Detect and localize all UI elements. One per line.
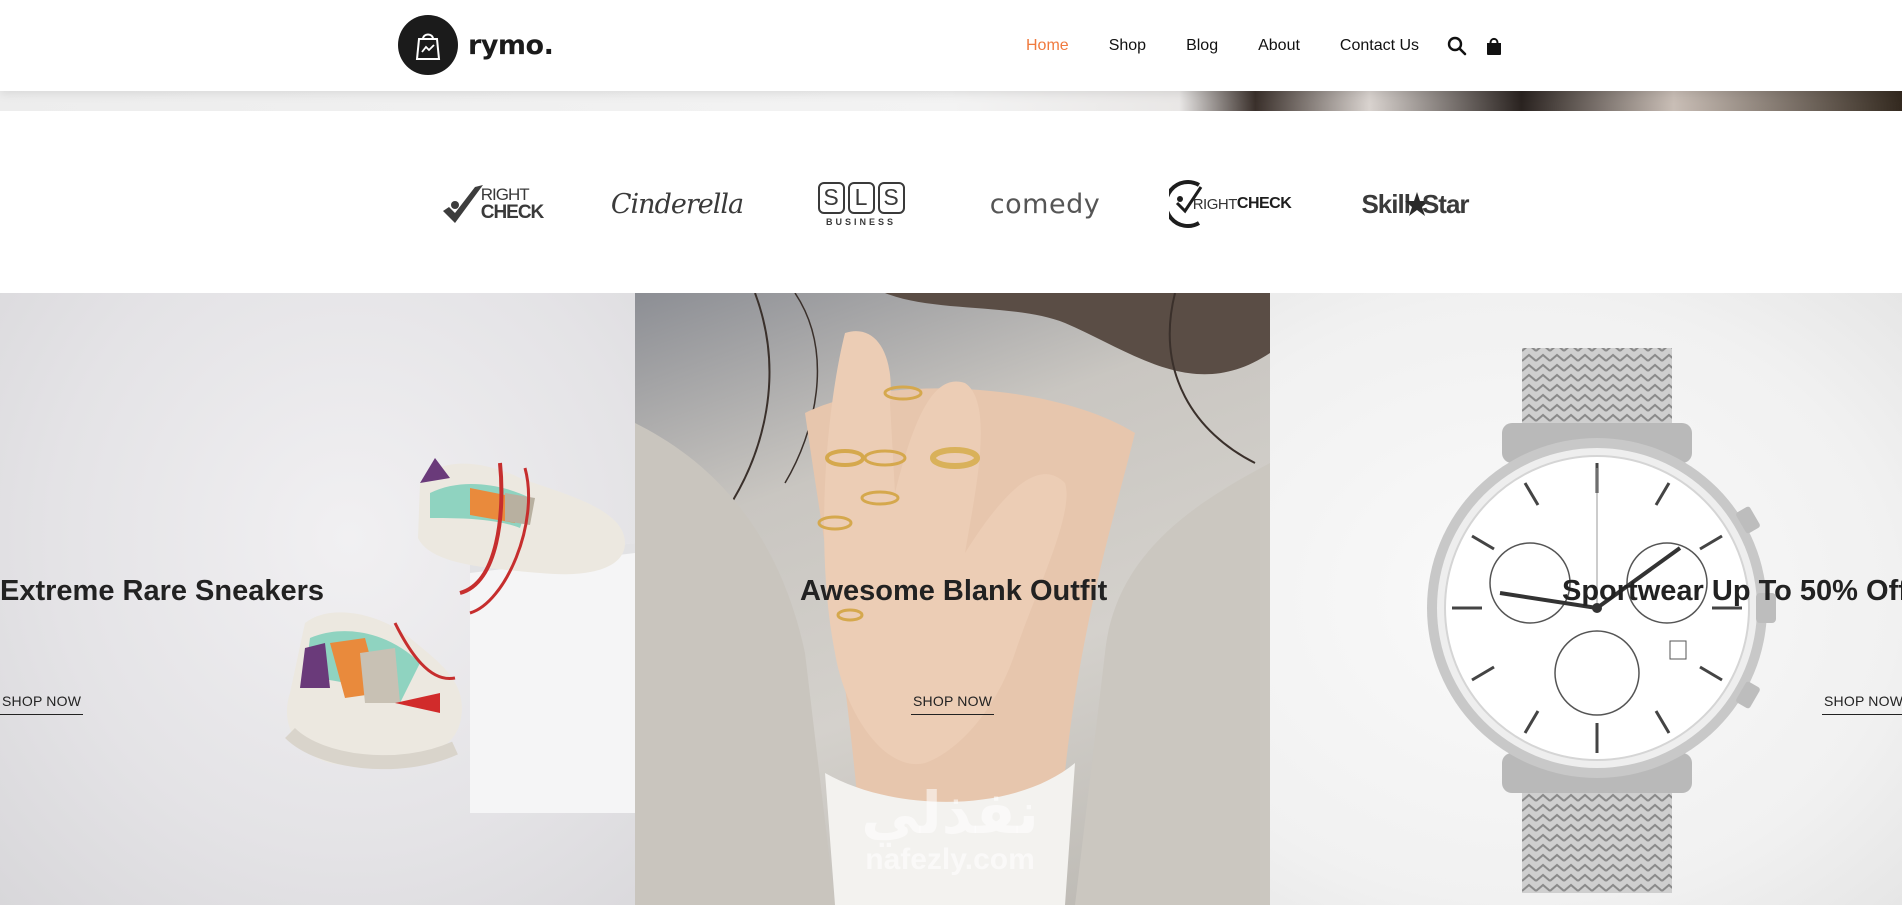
- shop-now-link[interactable]: SHOP NOW: [911, 693, 995, 715]
- brand-text-part1: Skill: [1361, 188, 1410, 219]
- nav-shop[interactable]: Shop: [1109, 37, 1146, 55]
- nav-about[interactable]: About: [1258, 37, 1300, 55]
- watermark-arabic: نفذلي: [861, 779, 1039, 847]
- main-nav: Home Shop Blog About Contact Us: [1026, 34, 1505, 58]
- brand-text: comedy: [989, 188, 1101, 220]
- site-logo[interactable]: rymo.: [398, 15, 554, 75]
- watermark: نفذلي nafezly.com: [830, 783, 1070, 877]
- logo-text: rymo.: [468, 29, 554, 61]
- brand-text-part2: Star: [1421, 188, 1470, 219]
- banner-outfit[interactable]: Awesome Blank Outfit SHOP NOW نفذلي nafe…: [635, 293, 1270, 905]
- brand-text-part2: CHECK: [1236, 195, 1292, 212]
- brand-logo-sls-business[interactable]: S L S BUSINESS: [786, 169, 936, 239]
- brand-text-line2: CHECK: [480, 202, 545, 223]
- brand-logo-right-check[interactable]: RIGHT CHECK: [417, 169, 567, 239]
- watermark-latin: nafezly.com: [865, 843, 1035, 876]
- brand-text: Cinderella: [610, 188, 744, 220]
- shopping-bag-logo-icon: [398, 15, 458, 75]
- brand-letter-box: S: [877, 181, 905, 214]
- brand-logo-rightcheck[interactable]: RIGHT CHECK: [1155, 169, 1305, 239]
- search-icon[interactable]: [1446, 35, 1468, 57]
- banner-sportwear[interactable]: Sportwear Up To 50% Off SHOP NOW: [1270, 293, 1902, 905]
- nav-contact-us[interactable]: Contact Us: [1340, 37, 1419, 55]
- shopping-bag-icon[interactable]: [1483, 35, 1505, 57]
- brand-subtext: BUSINESS: [825, 216, 896, 227]
- nav-blog[interactable]: Blog: [1186, 37, 1218, 55]
- brand-logo-skillstar[interactable]: Skill Star: [1340, 169, 1490, 239]
- nav-home[interactable]: Home: [1026, 37, 1069, 55]
- banner-title: Sportwear Up To 50% Off: [1562, 575, 1902, 607]
- shop-now-link[interactable]: SHOP NOW: [1822, 693, 1902, 715]
- checkmark-icon: [442, 185, 483, 223]
- brand-text-part1: RIGHT: [1192, 195, 1238, 213]
- brand-logo-comedy[interactable]: comedy: [970, 169, 1120, 239]
- banner-title: Extreme Rare Sneakers: [0, 575, 325, 607]
- brand-letter-box: L: [847, 181, 875, 214]
- banner-title: Awesome Blank Outfit: [800, 575, 1108, 607]
- promo-banners: Extreme Rare Sneakers SHOP NOW Awesome B…: [0, 293, 1902, 905]
- brand-logo-cinderella[interactable]: Cinderella: [602, 169, 752, 239]
- brand-logos-strip: RIGHT CHECK Cinderella S L S BUSINESS co…: [0, 111, 1902, 293]
- brand-letter-box: S: [817, 181, 845, 214]
- site-header: rymo. Home Shop Blog About Contact Us: [0, 0, 1902, 91]
- banner-sneakers[interactable]: Extreme Rare Sneakers SHOP NOW: [0, 293, 635, 905]
- shop-now-link[interactable]: SHOP NOW: [0, 693, 84, 715]
